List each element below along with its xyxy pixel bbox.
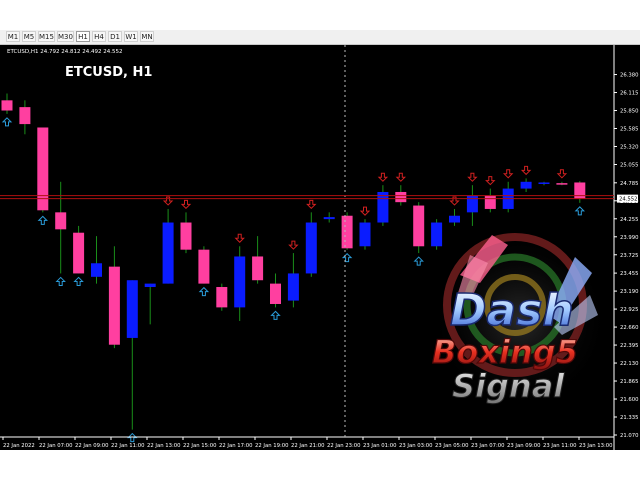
- time-tick-label: 23 Jan 09:00: [507, 443, 541, 449]
- bear-candle: [180, 222, 192, 250]
- logo-text-signal: Signal: [452, 367, 565, 405]
- time-tick-label: 22 Jan 23:00: [327, 443, 361, 449]
- candlestick-chart-svg: Dash Boxing5 Signal 26.380 26.115 25.850 25…: [0, 45, 640, 450]
- price-tick-label: 21.070: [620, 433, 639, 439]
- time-tick-label: 22 Jan 13:00: [147, 443, 181, 449]
- timeframe-button-m5[interactable]: M5: [22, 31, 36, 42]
- bear-candle: [556, 183, 568, 185]
- bear-candle: [574, 182, 586, 199]
- timeframe-button-h4[interactable]: H4: [92, 31, 106, 42]
- price-tick-label: 23.190: [620, 289, 639, 295]
- bear-candle: [395, 191, 407, 203]
- price-tick-label: 24.255: [620, 217, 639, 223]
- price-tick-label: 26.115: [620, 91, 639, 97]
- bear-candle: [108, 266, 120, 345]
- bull-candle: [359, 222, 371, 247]
- price-tick-label: 23.990: [620, 235, 639, 241]
- time-tick-label: 22 Jan 11:00: [111, 443, 145, 449]
- price-tick-label: 24.785: [620, 181, 639, 187]
- price-tick-label: 21.600: [620, 397, 639, 403]
- price-tick-label: 25.850: [620, 109, 639, 115]
- bear-candle: [341, 215, 353, 249]
- time-tick-label: 22 Jan 21:00: [291, 443, 325, 449]
- bull-candle: [377, 191, 389, 223]
- bull-candle: [91, 263, 102, 277]
- bull-candle: [323, 217, 335, 220]
- bear-candle: [252, 256, 264, 281]
- bear-candle: [1, 100, 13, 111]
- timeframe-button-w1[interactable]: W1: [124, 31, 138, 42]
- price-tick-label: 23.455: [620, 271, 639, 277]
- bull-candle: [162, 222, 174, 284]
- price-chart[interactable]: Dash Boxing5 Signal 26.380 26.115 25.850 25…: [0, 45, 640, 450]
- bull-candle: [538, 182, 550, 184]
- time-tick-label: 22 Jan 07:00: [39, 443, 73, 449]
- time-tick-label: 23 Jan 13:00: [579, 443, 613, 449]
- bear-candle: [270, 283, 281, 304]
- price-tick-label: 22.925: [620, 307, 639, 313]
- bear-candle: [73, 232, 85, 274]
- bull-candle: [520, 181, 532, 189]
- time-tick-label: 23 Jan 05:00: [435, 443, 469, 449]
- bull-candle: [305, 222, 317, 274]
- timeframe-button-m15[interactable]: M15: [38, 31, 55, 42]
- bull-candle: [466, 195, 478, 213]
- time-tick-label: 22 Jan 09:00: [75, 443, 109, 449]
- price-tick-label: 25.055: [620, 162, 639, 168]
- logo-text-boxing: Boxing5: [432, 333, 578, 371]
- chart-title: ETCUSD, H1: [65, 65, 152, 80]
- bull-candle: [287, 273, 299, 301]
- bear-candle: [216, 287, 228, 308]
- price-tick-label: 26.380: [620, 73, 639, 79]
- bear-candle: [198, 249, 210, 284]
- price-tick-label: 22.395: [620, 343, 639, 349]
- bear-candle: [484, 195, 496, 209]
- bull-candle: [449, 215, 460, 223]
- timeframe-button-m1[interactable]: M1: [6, 31, 20, 42]
- time-tick-label: 23 Jan 03:00: [399, 443, 433, 449]
- timeframe-button-m30[interactable]: M30: [57, 31, 74, 42]
- bear-candle: [413, 205, 425, 247]
- chart-header-info: ETCUSD,H1 24.792 24.812 24.492 24.552: [7, 49, 122, 55]
- price-tick-label: 21.335: [620, 415, 639, 421]
- bottom-panel: [0, 450, 640, 480]
- bull-candle: [126, 280, 138, 338]
- time-tick-label: 23 Jan 11:00: [543, 443, 577, 449]
- time-tick-label: 23 Jan 01:00: [363, 443, 397, 449]
- price-tick-label: 22.130: [620, 361, 639, 367]
- price-tick-label: 25.585: [620, 127, 639, 133]
- bear-candle: [55, 212, 67, 230]
- price-tick-label: 22.660: [620, 325, 639, 331]
- current-price-label: 24.552: [619, 197, 638, 203]
- price-tick-label: 21.865: [620, 379, 639, 385]
- price-tick-label: 23.725: [620, 253, 639, 259]
- time-tick-label: 23 Jan 07:00: [471, 443, 505, 449]
- bull-candle: [431, 222, 443, 247]
- bear-candle: [19, 107, 31, 125]
- price-tick-label: 25.320: [620, 144, 639, 150]
- bull-candle: [234, 256, 246, 308]
- bull-candle: [144, 283, 156, 288]
- time-tick-label: 22 Jan 19:00: [255, 443, 289, 449]
- timeframe-toolbar: M1 M5 M15 M30 H1 H4 D1 W1 MN: [0, 30, 640, 45]
- timeframe-button-h1[interactable]: H1: [76, 31, 90, 42]
- logo-text-dash: Dash: [450, 285, 574, 336]
- timeframe-button-mn[interactable]: MN: [140, 31, 154, 42]
- time-tick-label: 22 Jan 2022: [3, 443, 35, 449]
- time-tick-label: 22 Jan 17:00: [219, 443, 253, 449]
- time-tick-label: 22 Jan 15:00: [183, 443, 217, 449]
- timeframe-button-d1[interactable]: D1: [108, 31, 122, 42]
- dashboxing-logo: Dash Boxing5 Signal: [430, 230, 610, 410]
- bear-candle: [37, 127, 49, 211]
